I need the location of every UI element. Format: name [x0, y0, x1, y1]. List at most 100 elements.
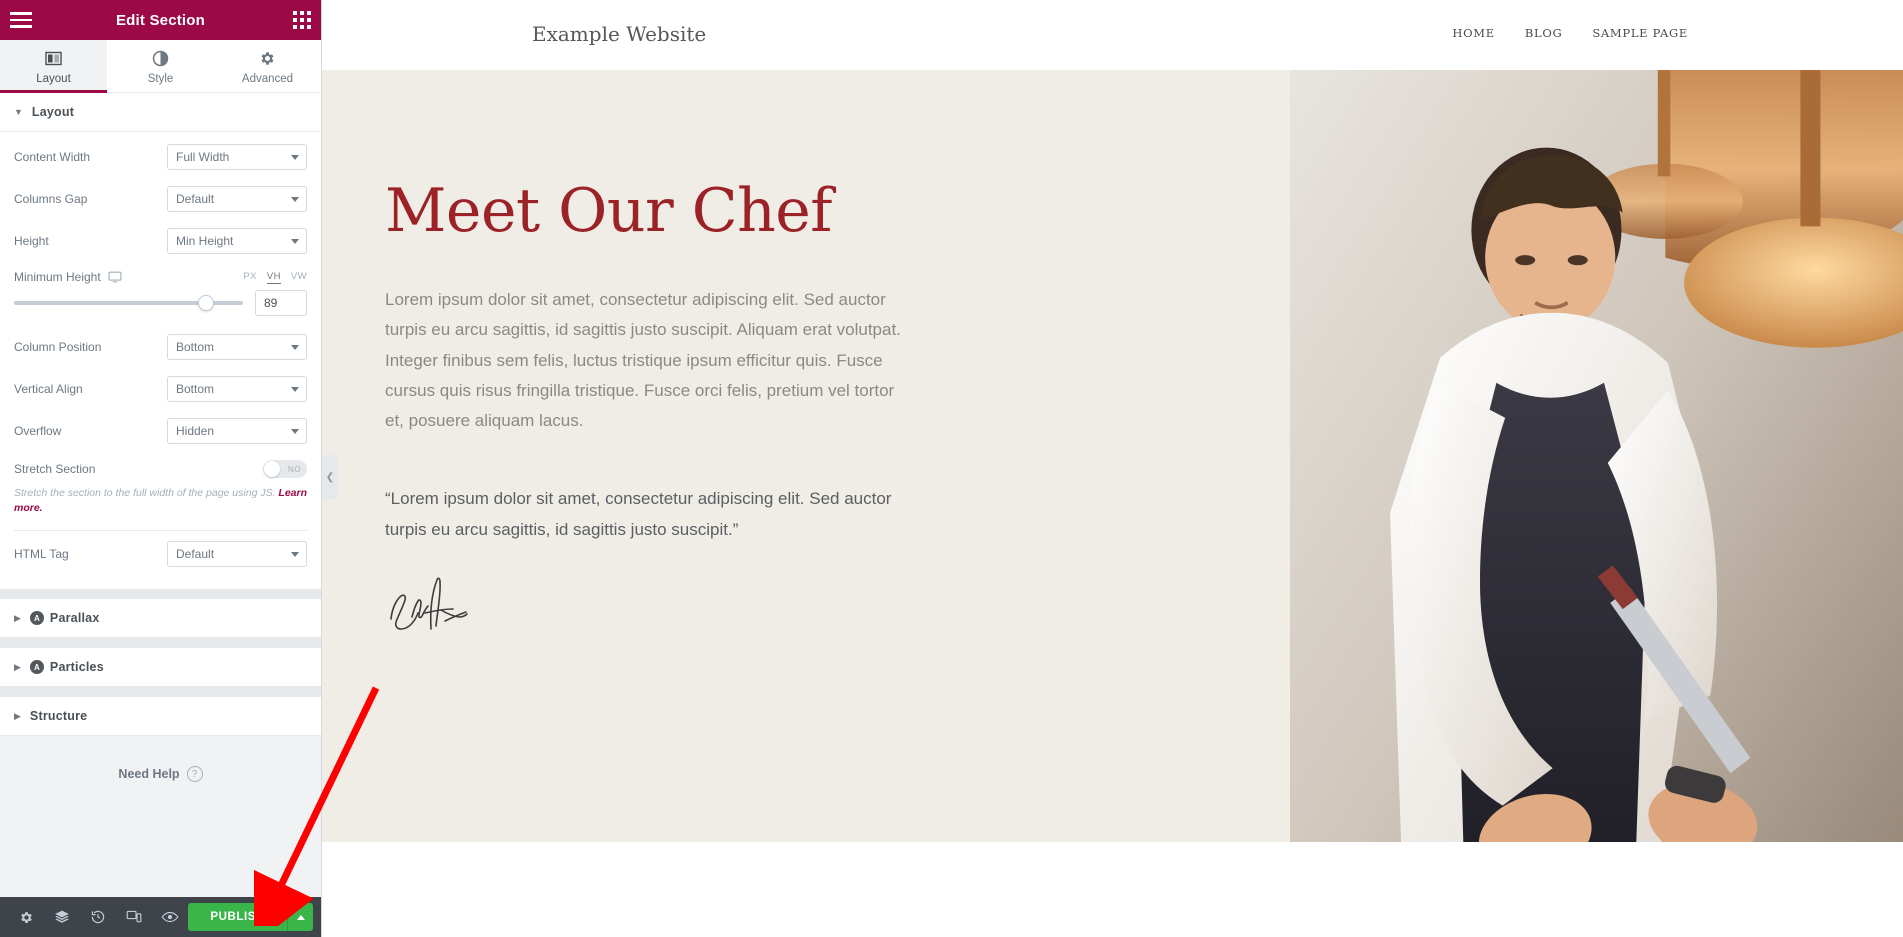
site-nav: HOME BLOG SAMPLE PAGE [1452, 26, 1688, 40]
section-header-particles[interactable]: ▶ A Particles [0, 648, 321, 688]
control-vertical-align: Vertical Align Bottom [14, 368, 307, 410]
caret-up-icon [296, 914, 305, 920]
vertical-align-select[interactable]: Bottom [167, 376, 307, 402]
site-title[interactable]: Example Website [532, 22, 706, 46]
hamburger-icon[interactable] [10, 12, 32, 28]
column-position-select[interactable]: Bottom [167, 334, 307, 360]
unit-px[interactable]: PX [243, 271, 256, 284]
stretch-description-text: Stretch the section to the full width of… [14, 487, 276, 499]
hero-paragraph[interactable]: Lorem ipsum dolor sit amet, consectetur … [385, 285, 915, 436]
hero-quote[interactable]: “Lorem ipsum dolor sit amet, consectetur… [385, 484, 915, 545]
accordion-gap [0, 687, 321, 698]
hero-section[interactable]: Meet Our Chef Lorem ipsum dolor sit amet… [322, 70, 1903, 842]
chevron-down-icon [291, 155, 299, 160]
monitor-icon[interactable] [108, 270, 122, 284]
html-tag-value: Default [176, 547, 215, 562]
minimum-height-slider-row: 89 [14, 286, 307, 326]
caret-right-icon: ▶ [14, 661, 21, 672]
history-icon[interactable] [80, 897, 116, 937]
unit-vw[interactable]: VW [291, 271, 307, 284]
tab-advanced-label: Advanced [241, 73, 294, 85]
accordion-gap [0, 638, 321, 649]
need-help[interactable]: Need Help ? [0, 736, 321, 813]
tab-style-label: Style [147, 73, 174, 85]
nav-item-home[interactable]: HOME [1452, 26, 1494, 40]
section-header-structure[interactable]: ▶ Structure [0, 697, 321, 737]
publish-button[interactable]: PUBLISH [188, 903, 287, 931]
settings-icon[interactable] [8, 897, 44, 937]
minimum-height-units: PX VH VW [243, 271, 307, 284]
toggle-state-label: NO [288, 464, 301, 474]
addon-badge-icon: A [29, 611, 44, 626]
overflow-label: Overflow [14, 424, 62, 438]
chevron-down-icon [291, 429, 299, 434]
height-label: Height [14, 234, 49, 248]
panel-collapse-handle[interactable]: ❮ [322, 455, 338, 499]
publish-group: PUBLISH [188, 903, 313, 931]
preview-icon[interactable] [152, 897, 188, 937]
minimum-height-value: 89 [264, 296, 278, 310]
hero-heading[interactable]: Meet Our Chef [385, 180, 1290, 243]
section-title-particles: Particles [49, 660, 104, 675]
publish-options-button[interactable] [287, 903, 313, 931]
chevron-down-icon [291, 197, 299, 202]
column-position-value: Bottom [176, 340, 215, 354]
grid-icon[interactable] [293, 11, 311, 29]
nav-item-blog[interactable]: BLOG [1525, 26, 1563, 40]
panel-header: Edit Section [0, 0, 321, 40]
stretch-section-label: Stretch Section [14, 462, 96, 476]
minimum-height-label: Minimum Height [14, 270, 101, 284]
control-divider [14, 530, 307, 532]
tab-style[interactable]: Style [107, 40, 214, 92]
html-tag-select[interactable]: Default [167, 541, 307, 568]
tab-layout[interactable]: Layout [0, 40, 107, 93]
height-select[interactable]: Min Height [167, 228, 307, 254]
handwritten-signature [385, 573, 1290, 640]
section-title-structure: Structure [29, 709, 88, 724]
control-minimum-height: Minimum Height PX VH VW [14, 262, 307, 286]
control-html-tag: HTML Tag Default [14, 533, 307, 575]
toggle-knob [264, 461, 280, 477]
columns-gap-label: Columns Gap [14, 192, 88, 206]
chevron-down-icon [291, 387, 299, 392]
section-header-parallax[interactable]: ▶ A Parallax [0, 599, 321, 639]
html-tag-label: HTML Tag [14, 547, 69, 562]
height-value: Min Height [176, 234, 234, 248]
chevron-down-icon [291, 345, 299, 350]
content-width-select[interactable]: Full Width [167, 144, 307, 170]
contrast-icon [107, 48, 214, 68]
minimum-height-input[interactable]: 89 [255, 290, 307, 316]
stretch-section-toggle[interactable]: NO [263, 460, 307, 478]
chevron-left-icon: ❮ [325, 471, 335, 483]
nav-item-sample-page[interactable]: SAMPLE PAGE [1592, 26, 1688, 40]
caret-right-icon: ▶ [14, 710, 21, 721]
responsive-icon[interactable] [116, 897, 152, 937]
panel-tabs: Layout Style Advanced [0, 40, 321, 93]
section-title-layout: Layout [31, 105, 75, 119]
navigator-icon[interactable] [44, 897, 80, 937]
columns-gap-select[interactable]: Default [167, 186, 307, 212]
control-stretch-section: Stretch Section NO [14, 452, 307, 486]
panel-body: ▼ Layout Content Width Full Width Column… [0, 93, 321, 897]
columns-gap-value: Default [176, 192, 215, 206]
chevron-down-icon [291, 552, 299, 558]
unit-vh[interactable]: VH [266, 271, 281, 284]
vertical-align-label: Vertical Align [14, 382, 83, 396]
column-position-label: Column Position [14, 340, 102, 354]
hero-image-column [1290, 70, 1903, 842]
slider-knob[interactable] [198, 295, 215, 311]
panel-title: Edit Section [115, 11, 206, 29]
tab-layout-label: Layout [36, 73, 71, 85]
control-overflow: Overflow Hidden [14, 410, 307, 452]
minimum-height-slider[interactable] [14, 295, 243, 311]
stretch-section-description: Stretch the section to the full width of… [14, 486, 307, 522]
section-title-parallax: Parallax [49, 611, 100, 626]
section-header-layout[interactable]: ▼ Layout [0, 93, 321, 132]
tab-advanced[interactable]: Advanced [214, 40, 321, 92]
control-columns-gap: Columns Gap Default [14, 178, 307, 220]
overflow-select[interactable]: Hidden [167, 418, 307, 444]
accordion-gap [0, 589, 321, 600]
caret-down-icon: ▼ [14, 106, 23, 117]
control-height: Height Min Height [14, 220, 307, 262]
gear-icon [214, 48, 321, 68]
